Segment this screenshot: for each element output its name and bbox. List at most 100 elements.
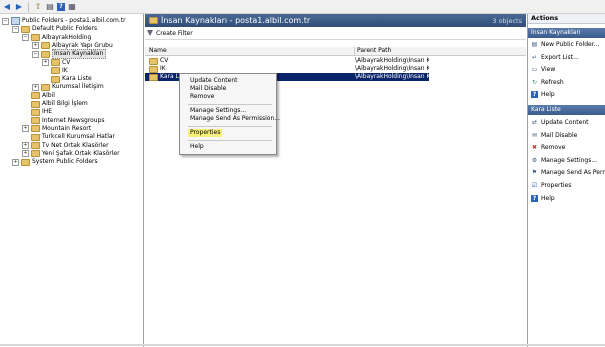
action-item[interactable]: ↵ Export List...: [528, 52, 605, 63]
object-count: 3 objects: [492, 16, 522, 25]
up-folder-icon[interactable]: ⇧: [33, 2, 43, 12]
refresh-icon: ↻: [531, 78, 538, 86]
tree-item[interactable]: Albil Bilgi İşlem: [22, 100, 88, 108]
tree-item-label: Albil Bilgi İşlem: [42, 100, 88, 107]
actions-section-folder[interactable]: İnsan Kaynakları: [528, 28, 605, 38]
expand-icon[interactable]: +: [12, 158, 19, 166]
grid-header: Name Parent Path: [145, 47, 526, 56]
folder-icon: [31, 125, 40, 133]
collapse-icon[interactable]: −: [2, 17, 9, 25]
expand-icon[interactable]: +: [22, 142, 29, 149]
new-folder-icon: ▤: [531, 41, 538, 48]
row-name-text: CV: [160, 57, 169, 64]
folder-icon: [31, 117, 40, 125]
tree-item-label: IHE: [42, 108, 53, 116]
column-name-header[interactable]: Name: [149, 47, 167, 55]
ctx-separator: [188, 140, 272, 141]
action-item[interactable]: ⚑Manage Send As Permission...: [528, 167, 605, 178]
action-label: Manage Settings...: [541, 156, 598, 164]
folder-icon: [31, 133, 40, 141]
expand-icon[interactable]: +: [32, 83, 39, 91]
actions-section-selected[interactable]: Kara Liste: [528, 105, 605, 115]
folder-icon: [51, 75, 60, 83]
tree-item[interactable]: − AlbayrakHolding: [22, 34, 91, 42]
action-item[interactable]: ↻ Refresh: [528, 77, 605, 88]
column-parent-path-header[interactable]: Parent Path: [354, 47, 391, 55]
ctx-manage-send-as[interactable]: Manage Send As Permission...: [190, 115, 280, 123]
folder-icon: [31, 100, 40, 108]
result-pane-title: İnsan Kaynakları - posta1.albil.com.tr: [161, 16, 311, 25]
tree-item[interactable]: − Public Folders - posta1.albil.com.tr: [2, 17, 126, 25]
action-item[interactable]: ? Help: [528, 193, 605, 204]
create-filter-button[interactable]: Create Filter: [156, 30, 193, 37]
action-item[interactable]: ☑ Properties: [528, 180, 605, 191]
action-label: Mail Disable: [541, 131, 578, 139]
tree-item-label: IK: [62, 66, 68, 74]
table-cell-parent-path: \AlbayrakHolding\İnsan K...: [355, 65, 429, 72]
ctx-mail-disable[interactable]: Mail Disable: [190, 85, 226, 93]
console-tree-icon[interactable]: ▤: [45, 2, 55, 12]
action-item[interactable]: ? Help: [528, 89, 605, 100]
tree-item[interactable]: − İnsan Kaynakları: [32, 49, 106, 60]
ctx-help[interactable]: Help: [190, 143, 204, 151]
folder-icon: [51, 59, 60, 66]
tree-item[interactable]: Turkcell Kurumsal Hatlar: [22, 133, 115, 141]
ctx-remove[interactable]: Remove: [190, 93, 214, 101]
tree-item[interactable]: + Yeni Şafak Ortak Klasörler: [22, 150, 120, 158]
tree-item[interactable]: IK: [42, 67, 68, 75]
tree-item[interactable]: + System Public Folders: [12, 158, 98, 166]
expand-icon[interactable]: +: [42, 59, 49, 66]
folder-icon: [149, 57, 158, 65]
action-item[interactable]: ✖ Remove: [528, 142, 605, 153]
tree-item[interactable]: Internet Newsgroups: [22, 117, 105, 125]
action-item[interactable]: ▭ View: [528, 64, 605, 75]
tree-item-label: Yeni Şafak Ortak Klasörler: [42, 149, 120, 157]
tree-item-label: Internet Newsgroups: [42, 116, 105, 124]
ctx-properties[interactable]: Properties: [188, 129, 223, 137]
collapse-icon[interactable]: −: [12, 25, 19, 33]
tree-item[interactable]: Kara Liste: [42, 75, 92, 83]
tree-item[interactable]: − Default Public Folders: [12, 25, 97, 33]
tree-item-label: Albil: [42, 91, 55, 99]
tree-item[interactable]: + Kurumsal İletişim: [32, 83, 104, 91]
remove-icon: ✖: [531, 144, 538, 152]
forward-icon[interactable]: ▶: [14, 2, 24, 12]
tree-item[interactable]: + CV: [42, 59, 70, 67]
back-icon[interactable]: ◀: [2, 2, 12, 12]
table-row[interactable]: CV \AlbayrakHolding\İnsan K...: [145, 57, 429, 65]
tree-item[interactable]: Albil: [22, 92, 55, 100]
collapse-icon[interactable]: −: [22, 34, 29, 42]
folder-icon: [149, 73, 158, 81]
table-row[interactable]: IK \AlbayrakHolding\İnsan K...: [145, 65, 429, 73]
context-menu: Update Content Mail Disable Remove Manag…: [179, 73, 280, 155]
folder-icon: [149, 17, 158, 24]
expand-icon[interactable]: +: [22, 150, 29, 158]
filter-icon: [147, 30, 153, 36]
action-label: Export List...: [541, 53, 579, 61]
action-item[interactable]: ⇄ Update Content: [528, 117, 605, 128]
result-pane-header: İnsan Kaynakları - posta1.albil.com.tr 3…: [145, 14, 526, 27]
table-cell-name: CV: [149, 57, 168, 65]
action-item[interactable]: ▤ New Public Folder...: [528, 39, 605, 50]
action-pane-icon[interactable]: ▦: [67, 2, 77, 12]
action-label: Manage Send As Permission...: [541, 169, 605, 177]
tree-item[interactable]: IHE: [22, 108, 52, 116]
expand-icon[interactable]: +: [22, 125, 29, 133]
tree-item[interactable]: + Tv Net Ortak Klasörler: [22, 142, 109, 150]
action-item[interactable]: ⚙ Manage Settings...: [528, 155, 605, 166]
folder-icon: [31, 92, 40, 100]
folder-icon: [41, 83, 50, 91]
folder-icon: [21, 158, 30, 166]
folder-icon: [149, 65, 158, 73]
help-icon: ?: [531, 194, 538, 202]
tree-item-label: Turkcell Kurumsal Hatlar: [42, 133, 116, 141]
action-item[interactable]: ✉ Mail Disable: [528, 130, 605, 141]
ctx-manage-settings[interactable]: Manage Settings...: [190, 107, 246, 115]
folder-icon: [41, 42, 50, 50]
action-label: Refresh: [541, 78, 564, 86]
ctx-update-content[interactable]: Update Content: [190, 77, 238, 85]
help-icon[interactable]: ?: [57, 2, 65, 11]
collapse-icon[interactable]: −: [32, 50, 39, 58]
tree-item[interactable]: + Mountain Resort: [22, 125, 91, 133]
expand-icon[interactable]: +: [32, 42, 39, 50]
